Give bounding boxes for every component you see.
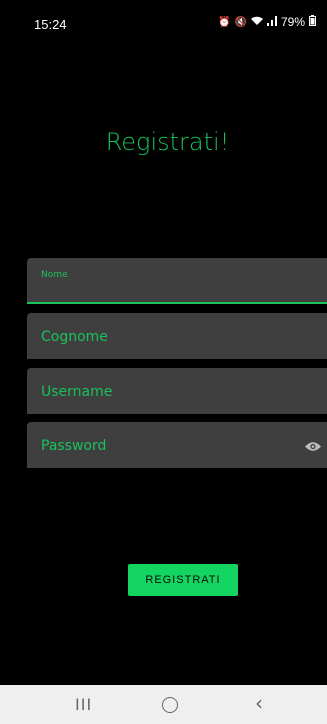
nome-field[interactable]: Nome <box>27 258 327 304</box>
battery-icon <box>309 15 316 29</box>
home-icon[interactable] <box>162 697 178 713</box>
system-nav-bar: III ‹ <box>0 685 327 724</box>
page-title: Registrati! <box>105 128 230 156</box>
password-field[interactable]: Password <box>27 422 327 468</box>
register-button[interactable]: REGISTRATI <box>128 564 238 596</box>
back-icon[interactable]: ‹ <box>255 691 263 715</box>
status-time: 15:24 <box>34 17 67 32</box>
password-placeholder: Password <box>41 438 107 454</box>
app-screen: 15:24 ⏰ 🔇 79% Registrati! Nome Cognome U… <box>12 0 327 685</box>
username-placeholder: Username <box>41 384 113 400</box>
nome-label: Nome <box>41 270 68 280</box>
mute-icon: 🔇 <box>234 16 247 28</box>
username-field[interactable]: Username <box>27 368 327 414</box>
visibility-eye-icon[interactable] <box>305 437 321 451</box>
signal-icon <box>266 15 277 29</box>
cognome-field[interactable]: Cognome <box>27 313 327 359</box>
status-icons: ⏰ 🔇 79% <box>218 15 316 29</box>
status-bar: 15:24 ⏰ 🔇 79% <box>12 0 323 44</box>
wifi-icon <box>250 16 263 29</box>
alarm-icon: ⏰ <box>218 16 231 28</box>
battery-percent: 79% <box>280 15 305 29</box>
recents-icon[interactable]: III <box>75 695 92 714</box>
cognome-placeholder: Cognome <box>41 329 108 345</box>
